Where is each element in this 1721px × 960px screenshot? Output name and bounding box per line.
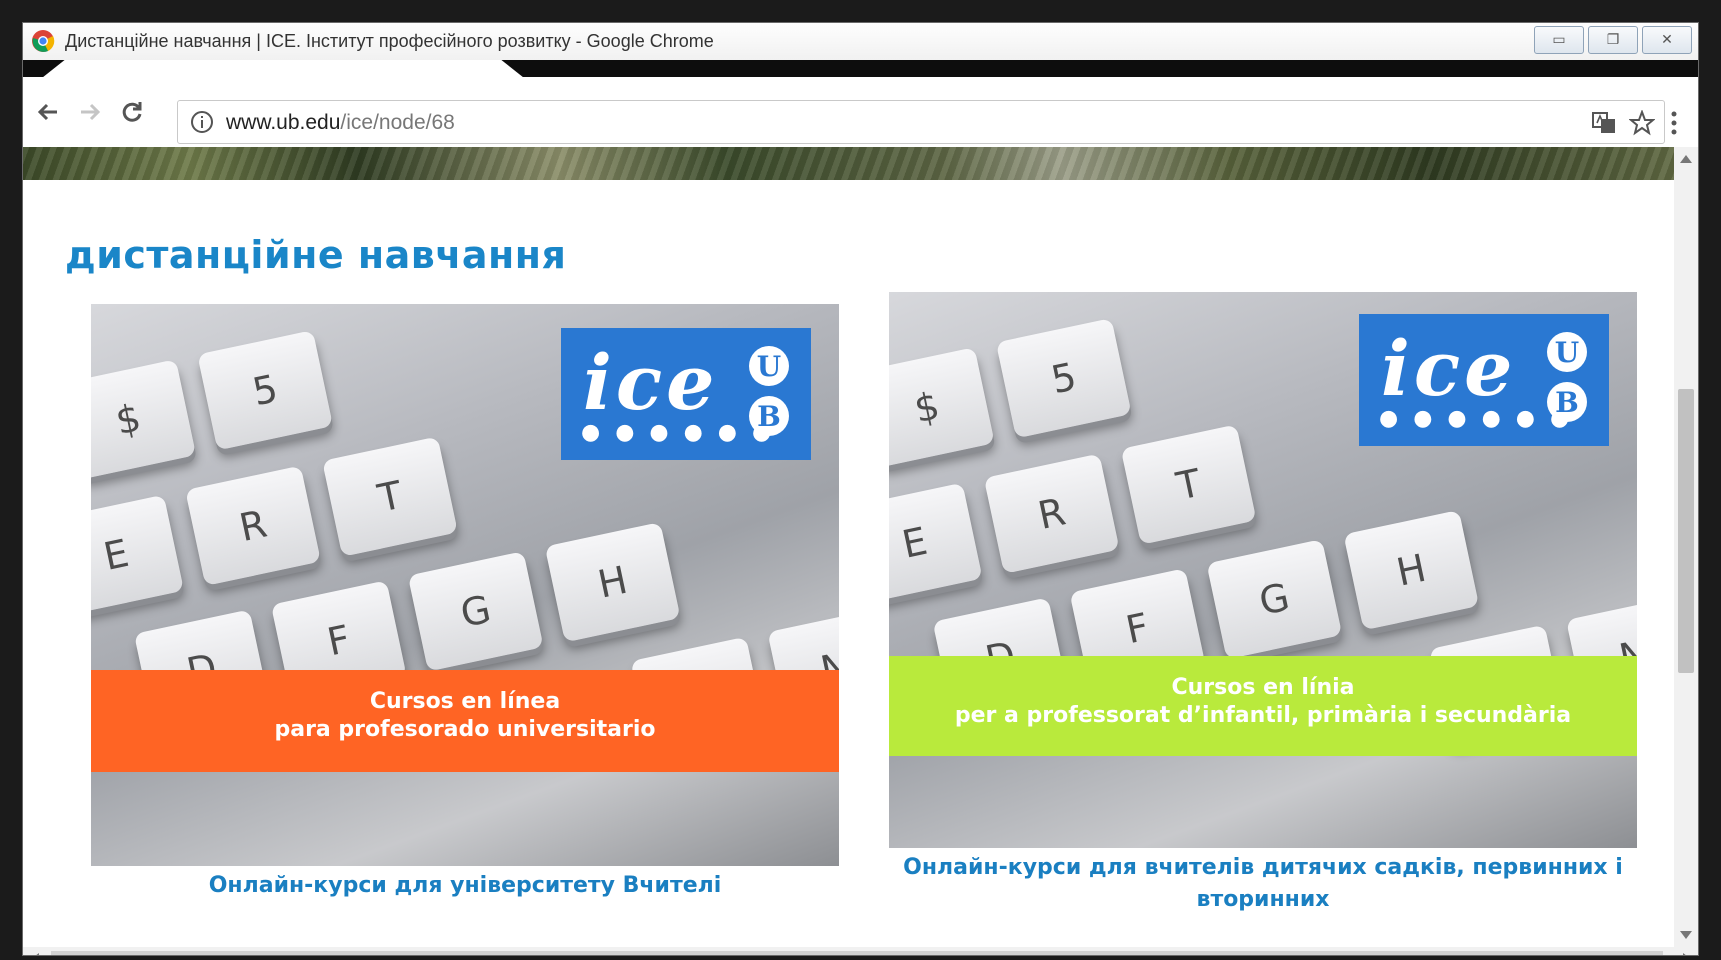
minimize-button[interactable]: ▭ — [1534, 26, 1584, 54]
banner-title: Cursos en línea — [369, 689, 561, 714]
translate-button[interactable] — [1590, 109, 1618, 137]
key: H — [544, 522, 681, 643]
restore-button[interactable]: ❐ — [1588, 26, 1638, 54]
logo-letter-u: U — [749, 346, 789, 386]
scroll-right-icon[interactable] — [1683, 953, 1691, 955]
info-icon[interactable] — [190, 110, 214, 134]
reload-icon — [122, 102, 142, 122]
ice-ub-logo: ice ● ● ● ● ● ● U B — [1359, 314, 1609, 446]
address-bar[interactable]: www.ub.edu/ice/node/68 — [177, 100, 1665, 144]
back-button[interactable] — [31, 95, 65, 129]
banner-subtitle: per a professorat d’infantil, primària i… — [954, 703, 1572, 728]
scroll-left-icon[interactable] — [31, 953, 39, 955]
course-link[interactable]: Онлайн-курси для університету Вчителі — [91, 870, 839, 902]
url-host: www.ub.edu — [226, 111, 341, 134]
window-title: Дистанційне навчання | ICE. Інститут про… — [65, 31, 714, 51]
translate-icon — [1592, 112, 1615, 133]
course-card-university[interactable]: $ 5 E R T D F G H B N ice ● ● ● ● ● ● U … — [91, 304, 839, 904]
key: G — [407, 551, 544, 672]
restore-icon: ❐ — [1606, 32, 1620, 48]
key: 5 — [197, 330, 334, 451]
key: $ — [889, 347, 995, 468]
url-path: /ice/node/68 — [340, 111, 455, 134]
scroll-thumb[interactable] — [1678, 389, 1694, 673]
header-photo-strip — [23, 147, 1698, 180]
close-button[interactable]: ✕ — [1642, 26, 1692, 54]
page-title: дистанційне навчання — [65, 233, 567, 277]
logo-word: ice — [1381, 324, 1517, 413]
vertical-scrollbar[interactable] — [1674, 147, 1698, 947]
star-icon — [1629, 110, 1655, 136]
logo-dots: ● ● ● ● ● ● — [1379, 406, 1574, 431]
course-image[interactable]: $ 5 E R T D F G H B N ice ● ● ● ● ● ● U … — [91, 304, 839, 866]
key: H — [1343, 509, 1480, 631]
banner-title: Cursos en línia — [1171, 675, 1355, 700]
chrome-logo-icon — [32, 30, 55, 52]
back-icon — [37, 103, 57, 121]
bookmark-button[interactable] — [1628, 109, 1656, 137]
key: T — [322, 436, 458, 557]
scroll-up-icon[interactable] — [1680, 155, 1692, 163]
course-image[interactable]: $ 5 E R T D F G H B N ice ● ● ● ● ● ● U … — [889, 292, 1637, 848]
window-titlebar: Дистанційне навчання | ICE. Інститут про… — [23, 23, 1698, 61]
browser-window: Дистанційне навчання | ICE. Інститут про… — [22, 22, 1699, 956]
banner-subtitle: para profesorado universitario — [274, 717, 656, 742]
url-text[interactable]: www.ub.edu/ice/node/68 — [226, 111, 455, 135]
minimize-icon: ▭ — [1552, 32, 1566, 48]
key: T — [1120, 424, 1257, 545]
logo-dots: ● ● ● ● ● ● — [581, 420, 776, 445]
scroll-down-icon[interactable] — [1680, 931, 1692, 939]
key: G — [1206, 539, 1343, 660]
menu-icon[interactable] — [1664, 109, 1684, 137]
course-link[interactable]: Онлайн-курси для вчителів дитячих садків… — [899, 852, 1627, 916]
key: 5 — [995, 318, 1132, 439]
course-card-schools[interactable]: $ 5 E R T D F G H B N ice ● ● ● ● ● ● U … — [889, 292, 1637, 932]
key: $ — [91, 359, 197, 480]
course-banner: Cursos en línia per a professorat d’infa… — [889, 656, 1637, 756]
logo-letter-b: B — [1547, 382, 1587, 422]
logo-letter-u: U — [1547, 332, 1587, 372]
close-icon: ✕ — [1661, 32, 1673, 48]
forward-icon — [81, 103, 101, 121]
key: E — [889, 482, 983, 604]
scroll-thumb[interactable] — [51, 951, 1663, 955]
key: E — [91, 494, 185, 616]
ice-ub-logo: ice ● ● ● ● ● ● U B — [561, 328, 811, 460]
horizontal-scrollbar[interactable] — [23, 947, 1698, 955]
window-controls: ▭ ❐ ✕ — [1534, 26, 1692, 54]
forward-button[interactable] — [73, 95, 107, 129]
reload-button[interactable] — [115, 95, 149, 129]
course-banner: Cursos en línea para profesorado univers… — [91, 670, 839, 772]
key: R — [983, 453, 1120, 574]
page-content: дистанційне навчання $ 5 E R T D F G H B… — [23, 147, 1698, 951]
logo-word: ice — [583, 338, 719, 427]
logo-letter-b: B — [749, 396, 789, 436]
key: R — [185, 465, 321, 586]
